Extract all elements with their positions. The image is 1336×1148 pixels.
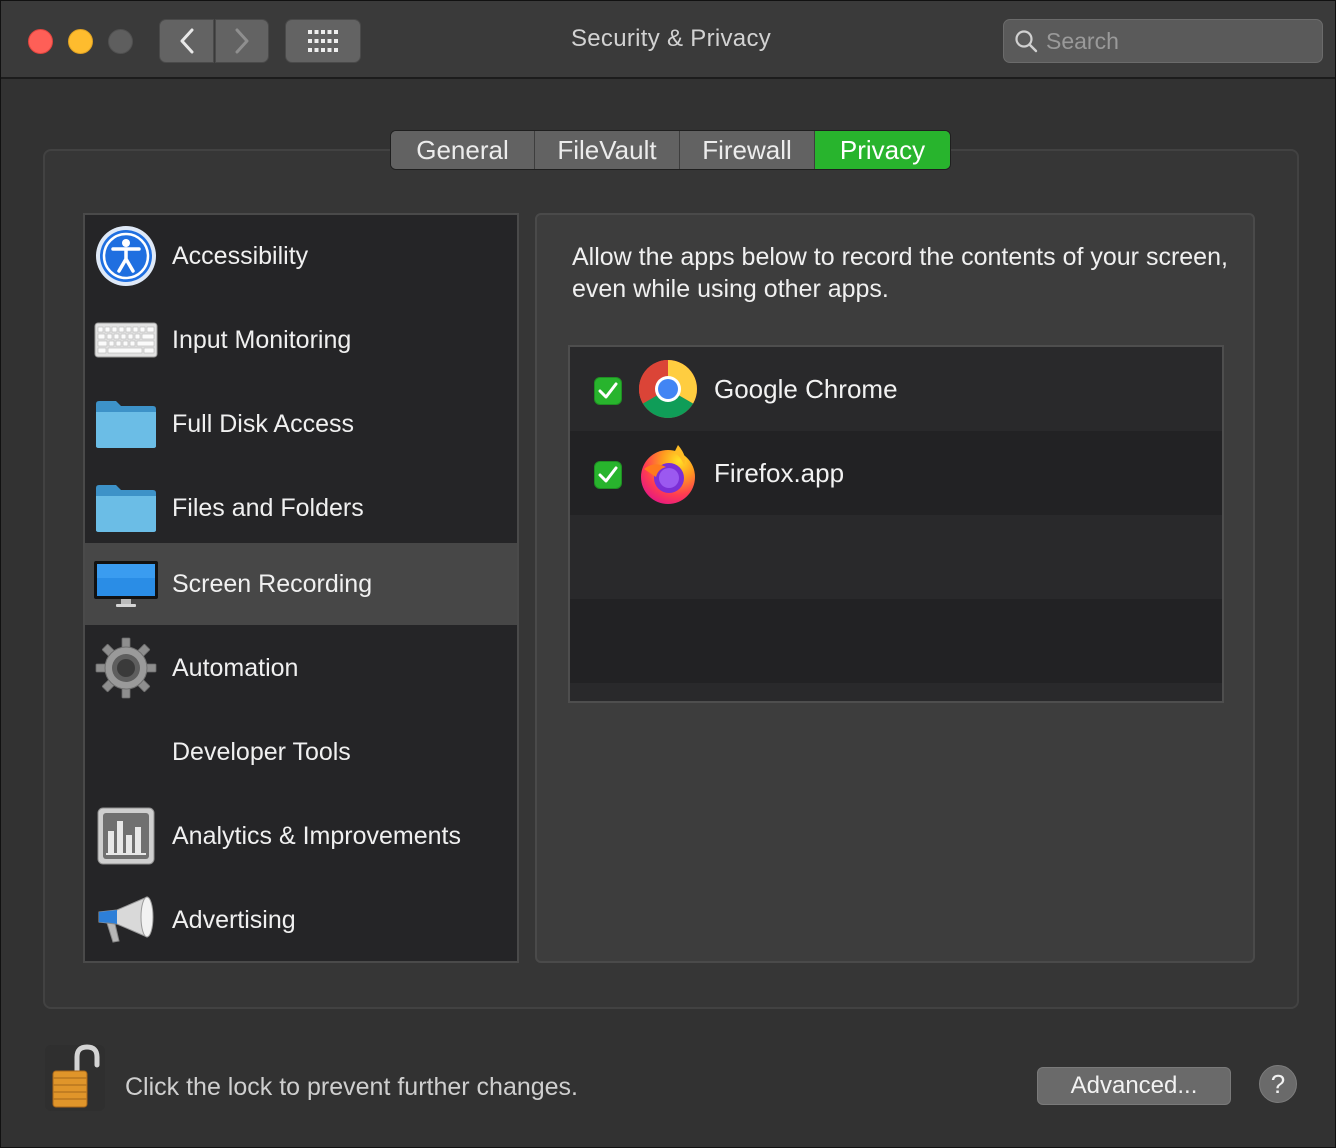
help-button[interactable]: ? (1259, 1065, 1297, 1103)
firefox-icon (638, 443, 698, 504)
list-item[interactable]: Google Chrome (570, 347, 1222, 431)
list-item-empty (570, 515, 1222, 599)
checkmark-icon (598, 382, 618, 399)
search-field[interactable] (1003, 19, 1323, 63)
advanced-button[interactable]: Advanced... (1037, 1067, 1231, 1105)
sidebar-item-full-disk-access[interactable]: Full Disk Access (85, 383, 517, 465)
app-list[interactable]: Google Chrome Firefox.app (568, 345, 1224, 703)
keyboard-icon (93, 307, 159, 373)
chrome-icon (638, 359, 698, 419)
lock-status-text: Click the lock to prevent further change… (125, 1073, 579, 1101)
accessibility-icon (93, 223, 159, 289)
sidebar-item-developer-tools[interactable]: Developer Tools (85, 711, 517, 793)
sidebar-item-label: Files and Folders (172, 493, 364, 522)
sidebar-item-label: Full Disk Access (172, 409, 354, 438)
sidebar-item-input-monitoring[interactable]: Input Monitoring (85, 299, 517, 381)
gear-icon (93, 635, 159, 701)
tab-firewall[interactable]: Firewall (680, 131, 815, 169)
app-name: Firefox.app (714, 458, 845, 488)
sidebar-item-label: Accessibility (172, 241, 309, 270)
checkmark-icon (598, 466, 618, 483)
sidebar-item-analytics[interactable]: Analytics & Improvements (85, 795, 517, 877)
lock-icon[interactable] (43, 1043, 107, 1113)
megaphone-icon (93, 887, 159, 953)
privacy-category-list: Accessibility Input Monitoring Full Disk… (83, 213, 519, 963)
tab-privacy[interactable]: Privacy (815, 131, 950, 169)
display-icon (93, 551, 159, 617)
sidebar-item-screen-recording[interactable]: Screen Recording (85, 543, 517, 625)
sidebar-item-automation[interactable]: Automation (85, 627, 517, 709)
list-item[interactable]: Firefox.app (570, 431, 1222, 515)
search-input[interactable] (1046, 27, 1316, 55)
folder-icon (93, 475, 159, 541)
sidebar-item-advertising[interactable]: Advertising (85, 879, 517, 961)
list-item-empty (570, 683, 1222, 701)
list-item-empty (570, 599, 1222, 683)
screen-recording-panel: Allow the apps below to record the conte… (535, 213, 1255, 963)
search-icon (1015, 30, 1038, 53)
app-checkbox[interactable] (594, 461, 622, 489)
tab-bar: General FileVault Firewall Privacy (390, 130, 951, 170)
tab-general[interactable]: General (391, 131, 535, 169)
app-checkbox[interactable] (594, 377, 622, 405)
title-bar: Security & Privacy (1, 1, 1335, 79)
folder-icon (93, 391, 159, 457)
sidebar-item-label: Input Monitoring (172, 325, 352, 354)
sidebar-item-label: Automation (172, 653, 299, 682)
sidebar-item-label: Analytics & Improvements (172, 821, 461, 850)
tab-filevault[interactable]: FileVault (535, 131, 680, 169)
sidebar-item-files-and-folders[interactable]: Files and Folders (85, 467, 517, 549)
panel-description: Allow the apps below to record the conte… (572, 243, 1228, 303)
app-name: Google Chrome (714, 374, 898, 404)
preferences-window: Security & Privacy General FileVault Fir… (0, 0, 1336, 1148)
sidebar-item-accessibility[interactable]: Accessibility (85, 215, 517, 297)
sidebar-item-label: Developer Tools (172, 737, 351, 766)
bar-chart-icon (93, 803, 159, 869)
sidebar-item-label: Advertising (172, 905, 296, 934)
sidebar-item-label: Screen Recording (172, 569, 373, 598)
